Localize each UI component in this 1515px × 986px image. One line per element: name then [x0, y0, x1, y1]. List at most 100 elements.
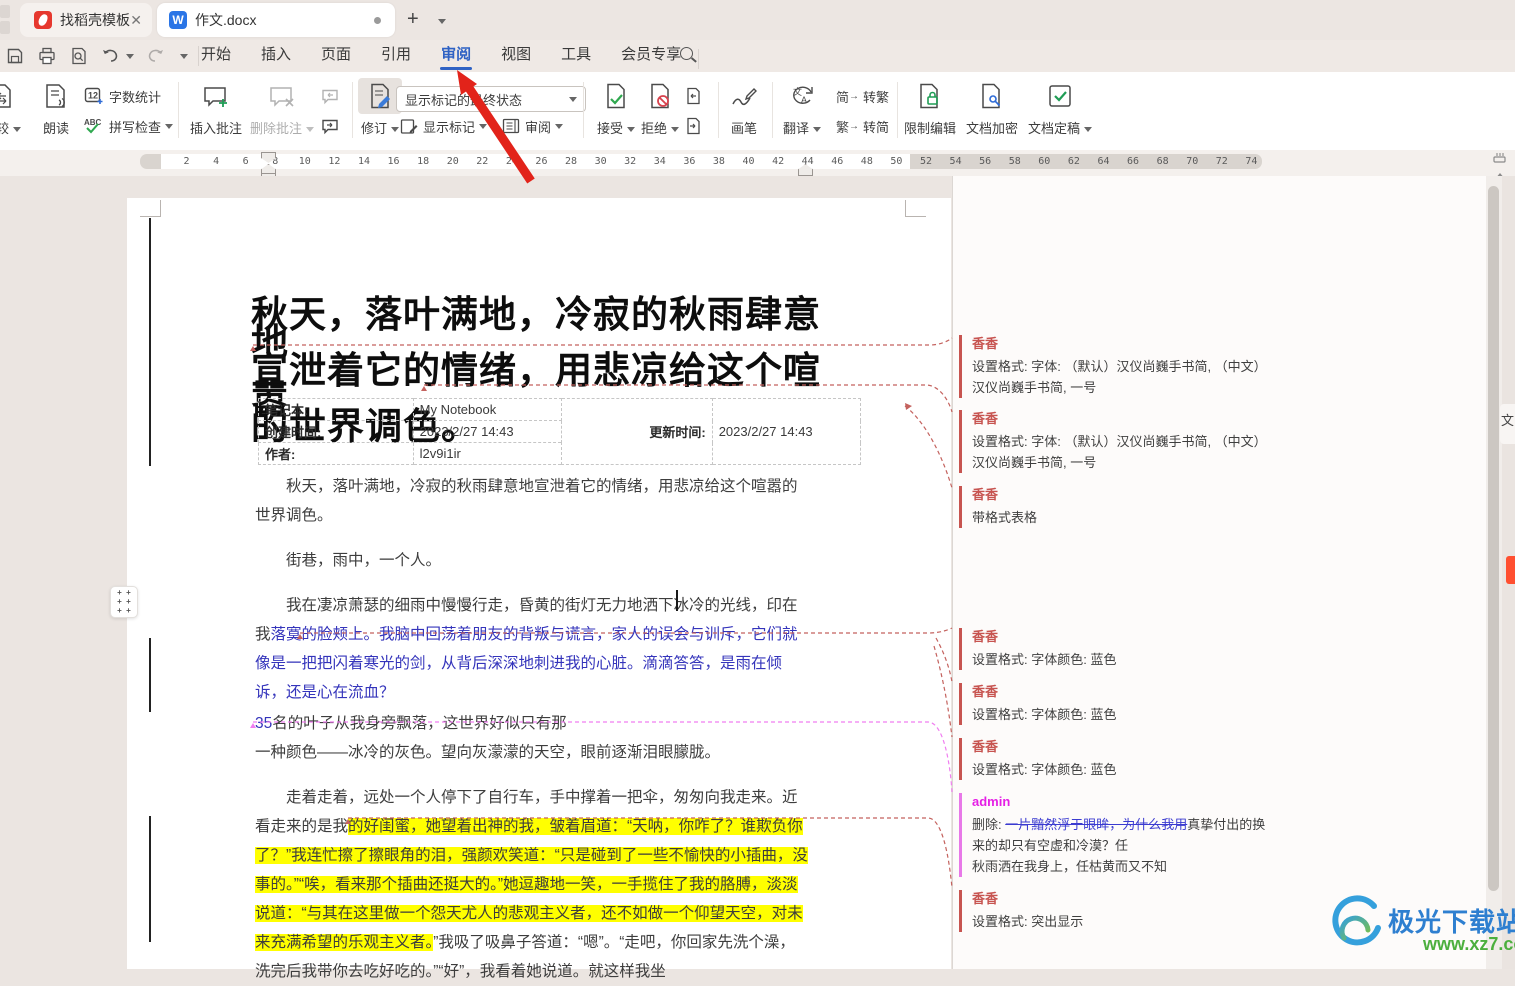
paragraph: 走着走着，远处一个人停下了自行车，手中撑着一把伞，匆匆向我走来。近看走来的是我的…: [255, 783, 808, 986]
word-count-button[interactable]: 12 字数统计: [84, 84, 161, 108]
ruler-toggle-icon[interactable]: [1493, 152, 1507, 163]
menu-page[interactable]: 页面: [306, 40, 366, 72]
unsaved-dot-icon: [374, 17, 381, 24]
tab-document[interactable]: W 作文.docx: [157, 3, 395, 37]
reject-button[interactable]: 拒绝: [636, 78, 684, 137]
tab-title: 作文.docx: [195, 10, 256, 30]
side-panel-badge[interactable]: [1506, 556, 1515, 584]
ruler-number: 18: [417, 156, 429, 167]
text-run: 删除:: [972, 817, 1005, 832]
new-tab-button[interactable]: +: [407, 8, 419, 31]
menu-view[interactable]: 视图: [486, 40, 546, 72]
comment-author: 香香: [972, 890, 1277, 908]
next-comment-icon: [320, 118, 340, 135]
titlebar: 找稻壳模板 ✕ W 作文.docx +: [0, 0, 1515, 40]
comment-text: 设置格式: 字体颜色: 蓝色: [972, 649, 1277, 670]
undo-dropdown-icon[interactable]: [126, 54, 134, 63]
paragraph: 街巷，雨中，一个人。: [255, 546, 808, 575]
horizontal-ruler[interactable]: 2468101214161820222426283032343638404244…: [0, 150, 1515, 176]
changed-lines-bar: [149, 638, 151, 712]
ruler-number: 32: [624, 156, 636, 167]
undo-icon[interactable]: [100, 45, 122, 67]
review-pane-icon: [502, 118, 520, 134]
divider: [583, 82, 584, 138]
comment-card[interactable]: admin 删除: 一片黯然浮于眼眸，为什么我用真挚付出的换来的却只有空虚和冷漠…: [959, 793, 1277, 877]
prev-change-icon: [684, 87, 702, 105]
ruler-number: 4: [213, 156, 219, 167]
comment-card[interactable]: 香香 设置格式: 突出显示: [959, 890, 1277, 932]
vertical-scrollbar[interactable]: [1486, 176, 1502, 969]
print-preview-icon[interactable]: [68, 45, 90, 67]
side-panel-tab[interactable]: 文: [1500, 404, 1515, 444]
print-icon[interactable]: [36, 45, 58, 67]
to-traditional-button[interactable]: 简 → 转繁: [836, 84, 889, 108]
search-icon[interactable]: [680, 47, 693, 60]
close-icon[interactable]: ✕: [130, 12, 142, 29]
ruler-number: 70: [1186, 156, 1198, 167]
restrict-edit-icon: [902, 78, 958, 114]
ink-pen-icon: [716, 78, 772, 114]
document-page[interactable]: 秋天，落叶满地，冷寂的秋雨肆意地 宣泄着它的情绪，用悲凉给这个喧嚣 的世界调色。…: [127, 198, 951, 969]
menubar: 开始 插入 页面 引用 审阅 视图 工具 会员专享: [0, 40, 1515, 72]
menu-reference[interactable]: 引用: [366, 40, 426, 72]
accept-button[interactable]: 接受: [592, 78, 640, 137]
ruler-number: 46: [831, 156, 843, 167]
text-run: 带格式表格: [972, 510, 1037, 525]
drag-handle[interactable]: ++++++: [110, 586, 138, 618]
menu-home[interactable]: 开始: [186, 40, 246, 72]
redo-icon[interactable]: [144, 45, 166, 67]
comment-card[interactable]: 香香 设置格式: 字体颜色: 蓝色: [959, 738, 1277, 780]
spell-check-button[interactable]: ABC 拼写检查: [84, 114, 173, 138]
wps-writer-window: { "window": { "tabs": [ {"title": "找稻壳模板…: [0, 0, 1515, 969]
window-controls[interactable]: [0, 5, 12, 35]
ruler-number: 10: [299, 156, 311, 167]
site-watermark: 极光下载站 www.xz7.com: [1328, 894, 1514, 964]
next-change-button[interactable]: [684, 114, 702, 138]
created-value: 2023/2/27 14:43: [413, 421, 561, 443]
finalize-button[interactable]: 文档定稿: [1028, 78, 1092, 137]
comment-card[interactable]: 香香 设置格式: 字体颜色: 蓝色: [959, 683, 1277, 725]
show-markup-button[interactable]: 显示标记: [400, 114, 487, 138]
delete-comment-button[interactable]: 删除批注: [250, 78, 314, 137]
menu-review[interactable]: 审阅: [426, 40, 486, 72]
comment-text: 设置格式: 突出显示: [972, 911, 1277, 932]
to-simplified-button[interactable]: 繁 → 转简: [836, 114, 889, 138]
comment-card[interactable]: 香香 带格式表格: [959, 486, 1277, 528]
next-comment-button[interactable]: [320, 114, 340, 138]
comment-text: 设置格式: 字体颜色: 蓝色: [972, 759, 1277, 780]
created-label: 创建时间:: [259, 421, 414, 443]
ruler-number: 40: [742, 156, 754, 167]
prev-change-button[interactable]: [684, 84, 702, 108]
ruler-number: 64: [1097, 156, 1109, 167]
encrypt-button[interactable]: 文档加密: [964, 78, 1020, 137]
tab-list-dropdown-icon[interactable]: [434, 13, 446, 31]
ink-button[interactable]: 画笔: [716, 78, 772, 137]
translate-button[interactable]: 文A 翻译: [776, 78, 828, 137]
comment-text: 设置格式: 字体: （默认）汉仪尚巍手书简, （中文）汉仪尚巍手书简, 一号: [972, 431, 1277, 473]
save-icon[interactable]: [4, 45, 26, 67]
menu-tools[interactable]: 工具: [546, 40, 606, 72]
prev-comment-button[interactable]: [320, 84, 340, 108]
insert-comment-button[interactable]: 插入批注: [188, 78, 244, 137]
essay-body[interactable]: 秋天，落叶满地，冷寂的秋雨肆意地宣泄着它的情绪，用悲凉给这个喧嚣的世界调色。 街…: [255, 472, 808, 986]
comment-card[interactable]: 香香 设置格式: 字体: （默认）汉仪尚巍手书简, （中文）汉仪尚巍手书简, 一…: [959, 335, 1277, 398]
divider: [772, 82, 773, 138]
svg-text:A: A: [801, 95, 807, 105]
markup-state-select[interactable]: 显示标记的最终状态: [396, 86, 586, 112]
spell-check-icon: ABC: [84, 117, 104, 135]
scrollbar-thumb[interactable]: [1488, 186, 1499, 891]
to-simplified-icon: 繁: [836, 117, 849, 136]
review-pane-button[interactable]: 审阅: [502, 114, 563, 138]
note-meta-table[interactable]: 笔记本: My Notebook 更新时间: 2023/2/27 14:43 创…: [258, 398, 861, 465]
watermark-logo-icon: [1328, 894, 1386, 952]
text-boundary-corner: [905, 200, 926, 217]
ruler-number: 68: [1157, 156, 1169, 167]
compare-button[interactable]: 比较: [0, 78, 30, 137]
read-aloud-button[interactable]: 朗读: [28, 78, 84, 137]
restrict-edit-button[interactable]: 限制编辑: [902, 78, 958, 137]
comment-card[interactable]: 香香 设置格式: 字体颜色: 蓝色: [959, 628, 1277, 670]
watermark-url: www.xz7.com: [1423, 934, 1515, 955]
comment-card[interactable]: 香香 设置格式: 字体: （默认）汉仪尚巍手书简, （中文）汉仪尚巍手书简, 一…: [959, 410, 1277, 473]
menu-insert[interactable]: 插入: [246, 40, 306, 72]
tab-docer-templates[interactable]: 找稻壳模板 ✕: [20, 3, 152, 37]
